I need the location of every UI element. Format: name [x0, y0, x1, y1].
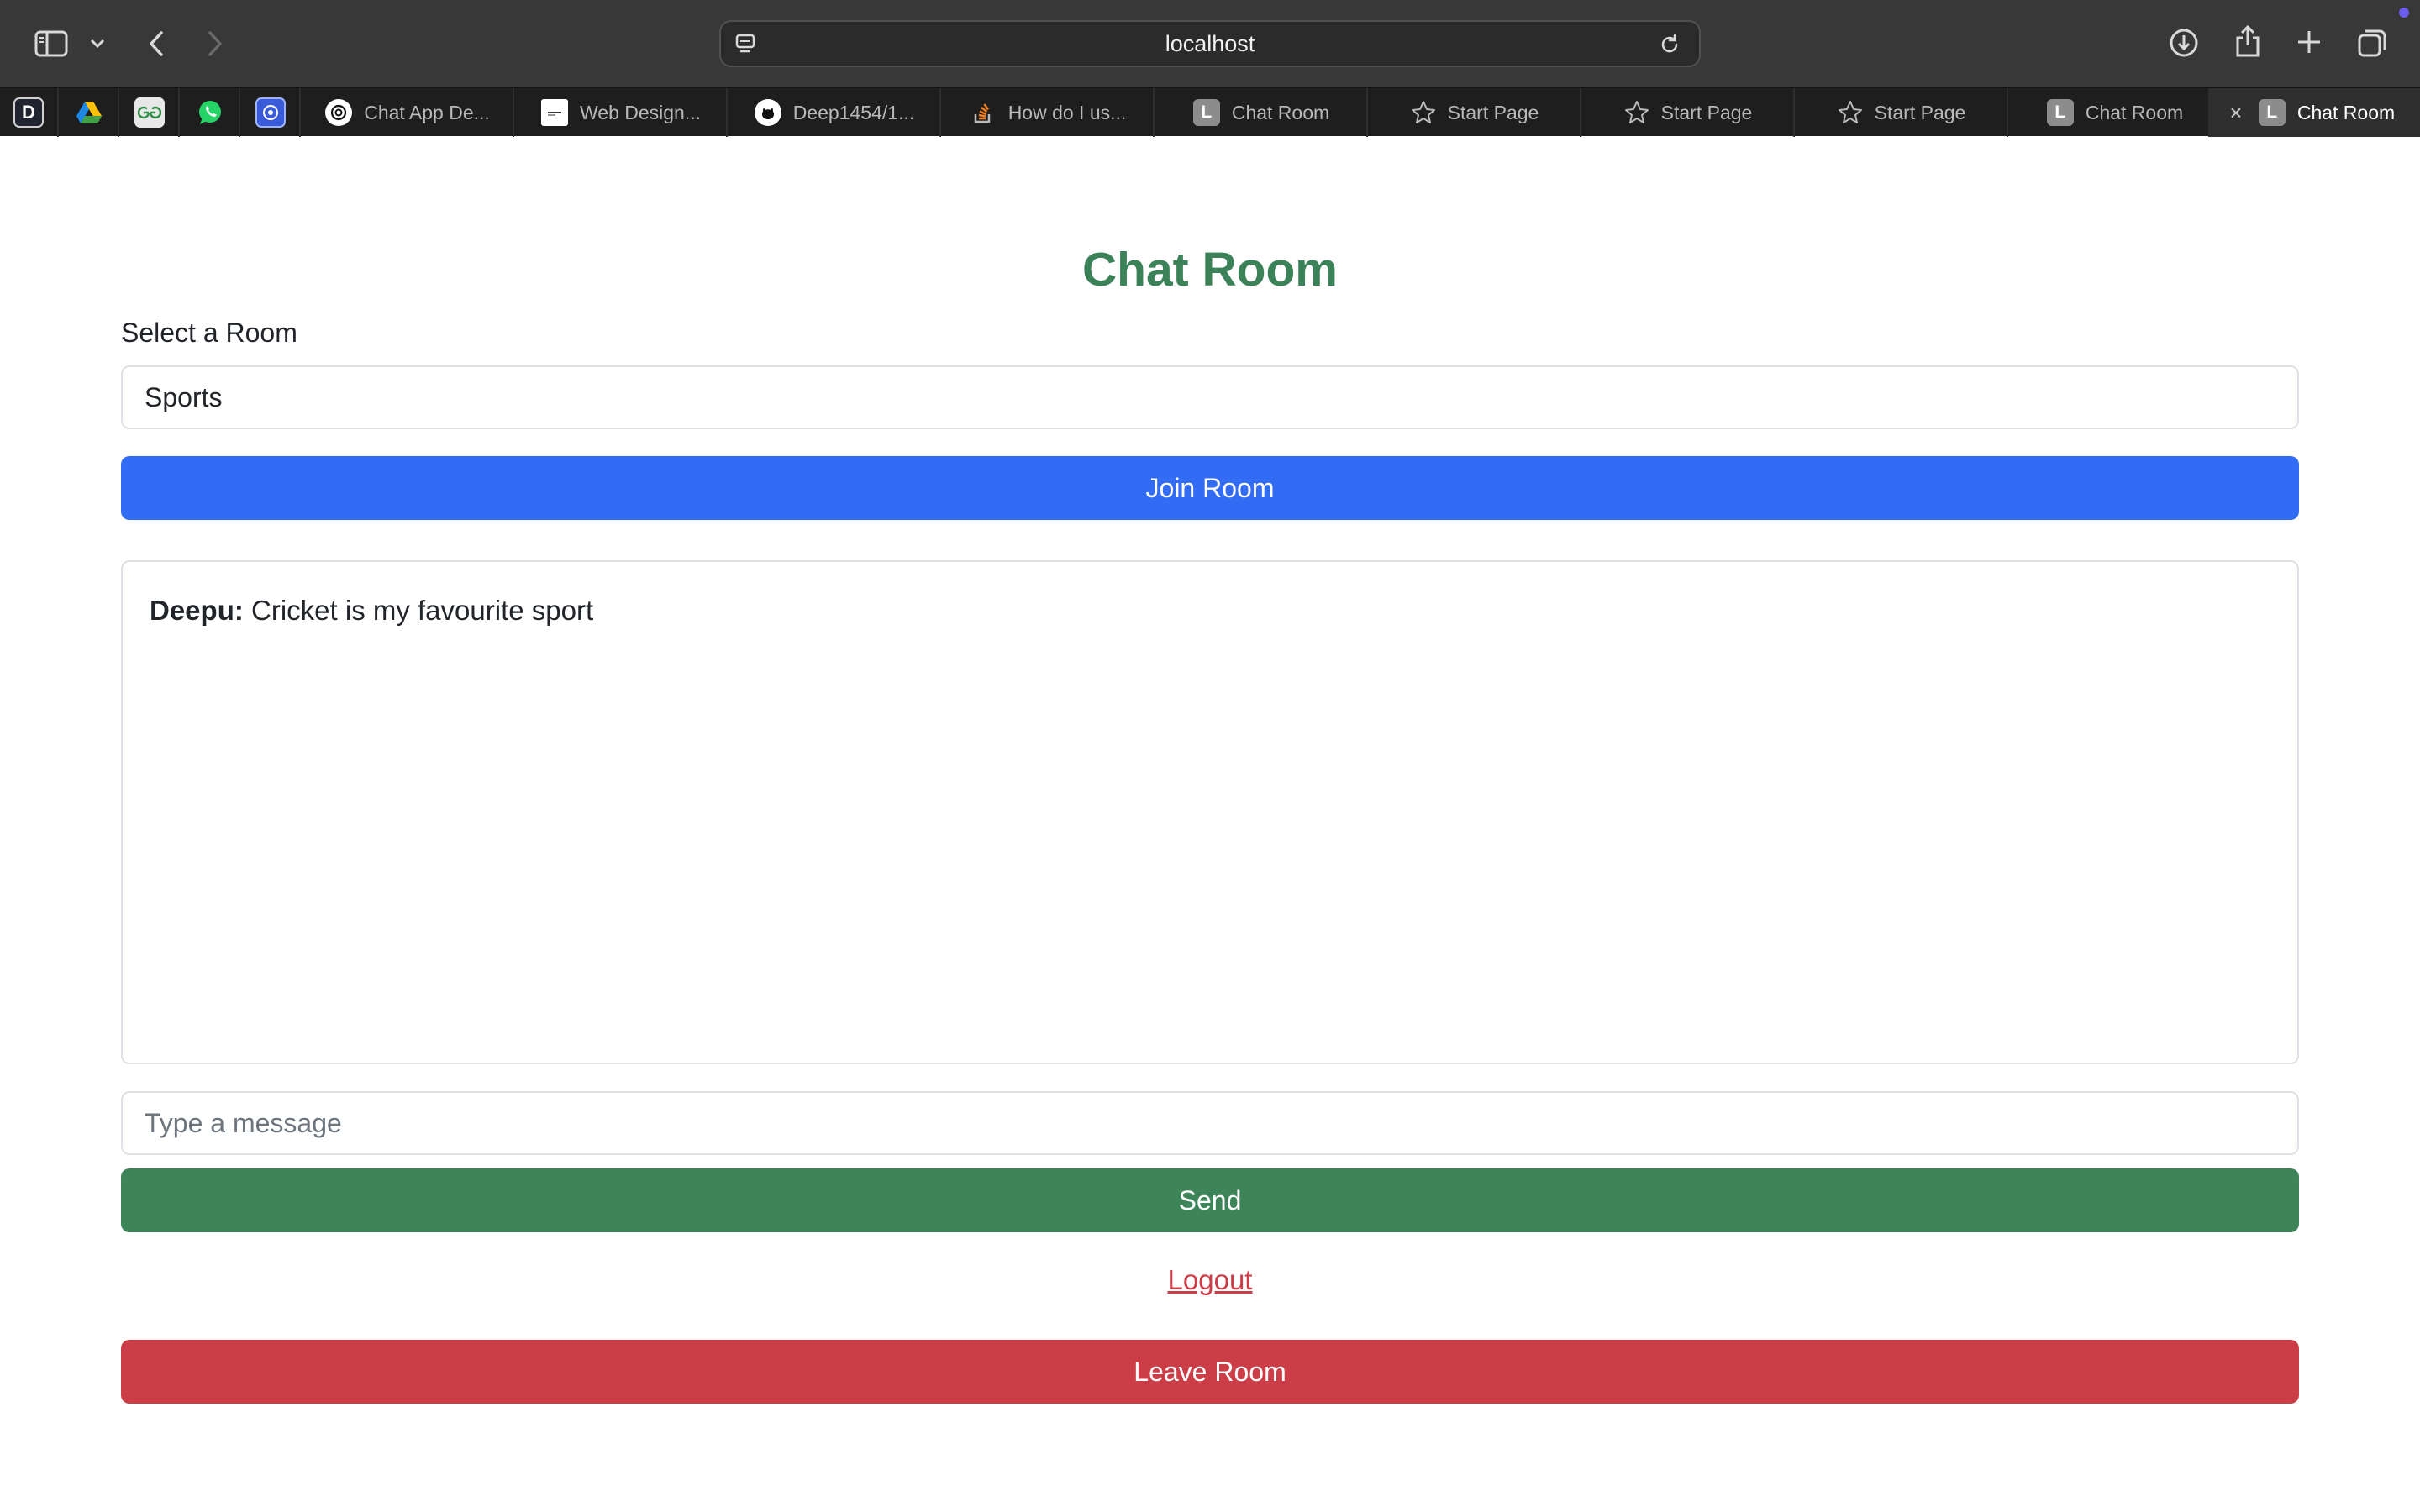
- star-icon: [1624, 101, 1649, 123]
- tab-title: Chat Room: [1231, 101, 1330, 123]
- l-letter-icon: L: [2046, 99, 2074, 126]
- l-letter-icon: L: [1192, 99, 1220, 126]
- tab-stackoverflow[interactable]: How do I us...: [943, 88, 1155, 137]
- reload-icon[interactable]: [1657, 32, 1682, 57]
- address-bar[interactable]: localhost: [719, 20, 1701, 67]
- tab-title: Start Page: [1660, 101, 1753, 123]
- notification-dot: [2399, 8, 2409, 18]
- tab-title: Chat Room: [2085, 101, 2184, 123]
- google-drive-icon: [76, 102, 102, 123]
- pinned-tab-whatsapp[interactable]: [182, 88, 240, 137]
- whatsapp-icon: [199, 101, 221, 124]
- pinned-tab-drive[interactable]: [60, 88, 119, 137]
- star-icon: [1411, 101, 1435, 123]
- tab-chat-room-2[interactable]: L Chat Room: [2010, 88, 2222, 137]
- send-button[interactable]: Send: [121, 1168, 2299, 1232]
- tab-chat-app[interactable]: Chat App De...: [302, 88, 514, 137]
- back-icon[interactable]: [143, 27, 170, 60]
- d-letter-icon: D: [13, 97, 44, 128]
- tab-title: Chat Room: [2296, 101, 2396, 123]
- message-text: Cricket is my favourite sport: [251, 595, 594, 626]
- url-text: localhost: [1165, 30, 1255, 56]
- chat-message: Deepu: Cricket is my favourite sport: [150, 592, 2270, 629]
- tab-title: Web Design...: [579, 101, 702, 123]
- tab-bar: D Chat App De... Web Design... Deep1454/…: [0, 87, 2420, 137]
- pinned-tab-d[interactable]: D: [0, 88, 59, 137]
- tab-title: Deep1454/1...: [792, 101, 915, 123]
- tab-chat-room-1[interactable]: L Chat Room: [1156, 88, 1368, 137]
- star-icon: [1838, 101, 1862, 123]
- logout-link[interactable]: Logout: [1168, 1264, 1253, 1295]
- share-icon[interactable]: [2230, 22, 2265, 60]
- close-icon[interactable]: ×: [2223, 88, 2249, 137]
- tab-start-page-3[interactable]: Start Page: [1797, 88, 2008, 137]
- geeksforgeeks-icon: [134, 97, 165, 128]
- sidebar-toggle-icon[interactable]: [32, 27, 71, 60]
- chat-messages-box: Deepu: Cricket is my favourite sport: [121, 560, 2299, 1064]
- tab-title: Start Page: [1874, 101, 1966, 123]
- tab-start-page-1[interactable]: Start Page: [1370, 88, 1581, 137]
- message-input[interactable]: [121, 1091, 2299, 1155]
- leave-room-button[interactable]: Leave Room: [121, 1340, 2299, 1404]
- stackoverflow-icon: [970, 99, 997, 126]
- message-sender: Deepu:: [150, 595, 244, 626]
- page-title: Chat Room: [1082, 243, 1338, 297]
- logout-row: Logout: [0, 1262, 2420, 1299]
- l-letter-icon: L: [2258, 99, 2286, 126]
- chevron-down-icon[interactable]: [87, 34, 108, 54]
- room-select-label: Select a Room: [121, 318, 297, 348]
- tab-web-design[interactable]: Web Design...: [516, 88, 728, 137]
- tab-github[interactable]: Deep1454/1...: [729, 88, 941, 137]
- browser-toolbar: localhost: [0, 0, 2420, 87]
- pinned-tab-app[interactable]: [242, 88, 301, 137]
- tab-title: Start Page: [1447, 101, 1539, 123]
- tab-title: Chat App De...: [364, 101, 490, 123]
- tab-overview-icon[interactable]: [2354, 25, 2390, 60]
- tab-start-page-2[interactable]: Start Page: [1583, 88, 1795, 137]
- app-icon: [255, 97, 286, 128]
- tab-title: How do I us...: [1007, 101, 1127, 123]
- pinned-tab-gfg[interactable]: [121, 88, 180, 137]
- download-icon[interactable]: [2166, 25, 2202, 60]
- site-icon: [540, 99, 568, 126]
- new-tab-icon[interactable]: [2292, 25, 2326, 59]
- openai-icon: [325, 99, 353, 126]
- forward-icon[interactable]: [202, 27, 229, 60]
- join-room-button[interactable]: Join Room: [121, 456, 2299, 520]
- room-select[interactable]: Sports: [121, 365, 2299, 429]
- tab-chat-room-active[interactable]: × L Chat Room: [2208, 88, 2420, 137]
- github-icon: [754, 99, 781, 126]
